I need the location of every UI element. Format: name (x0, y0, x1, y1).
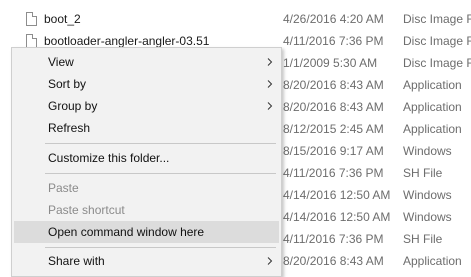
disc-image-file-icon (26, 12, 37, 26)
menu-item-group-by[interactable]: Group by (14, 95, 279, 117)
menu-item-paste[interactable]: Paste (14, 177, 279, 199)
file-date: 4/11/2016 7:36 PM (283, 34, 384, 48)
file-type: Application (403, 100, 462, 114)
menu-item-label: View (48, 55, 74, 69)
menu-item-label: Paste shortcut (48, 203, 125, 217)
menu-separator (45, 173, 276, 174)
file-date: 1/1/2009 5:30 AM (283, 56, 378, 70)
menu-item-label: Group by (48, 99, 98, 113)
file-date: 8/20/2016 8:43 AM (283, 254, 384, 268)
chevron-right-icon (267, 80, 273, 88)
file-type: Disc Image File (403, 12, 471, 26)
file-type: Windows (403, 210, 452, 224)
menu-item-customize-folder[interactable]: Customize this folder... (14, 147, 279, 169)
file-date: 8/20/2016 8:43 AM (283, 78, 384, 92)
menu-separator (45, 143, 276, 144)
file-date: 8/12/2015 2:45 AM (283, 122, 384, 136)
menu-item-view[interactable]: View (14, 51, 279, 73)
menu-item-label: Refresh (48, 121, 91, 135)
file-type: Windows (403, 188, 452, 202)
menu-item-open-command-window[interactable]: Open command window here (14, 221, 279, 243)
chevron-right-icon (267, 102, 273, 110)
file-date: 4/14/2016 12:50 AM (283, 188, 391, 202)
file-name: boot_2 (44, 12, 81, 26)
file-date: 4/11/2016 7:36 PM (283, 232, 384, 246)
file-type: SH File (403, 166, 443, 180)
menu-item-refresh[interactable]: Refresh (14, 117, 279, 139)
menu-item-label: Share with (48, 254, 105, 268)
menu-item-label: Paste (48, 181, 79, 195)
file-date: 4/26/2016 4:20 AM (283, 12, 384, 26)
menu-item-label: Open command window here (48, 225, 205, 239)
chevron-right-icon (267, 58, 273, 66)
file-date: 4/14/2016 12:50 AM (283, 210, 391, 224)
menu-separator (45, 247, 276, 248)
chevron-right-icon (267, 257, 273, 265)
file-date: 4/11/2016 7:36 PM (283, 166, 384, 180)
menu-item-label: Sort by (48, 77, 87, 91)
menu-item-paste-shortcut[interactable]: Paste shortcut (14, 199, 279, 221)
file-date: 8/20/2016 8:43 AM (283, 100, 384, 114)
menu-item-sort-by[interactable]: Sort by (14, 73, 279, 95)
menu-item-share-with[interactable]: Share with (14, 250, 279, 272)
context-menu: View Sort by Group by Refresh Customize … (11, 47, 282, 277)
file-type: Application (403, 122, 462, 136)
file-type: Application (403, 78, 462, 92)
file-date: 8/15/2016 9:17 AM (283, 144, 384, 158)
file-type: Disc Image File (403, 34, 471, 48)
disc-image-file-icon (26, 34, 37, 48)
file-type: Windows (403, 144, 452, 158)
file-type: Application (403, 254, 462, 268)
file-type: Disc Image File (403, 56, 471, 70)
menu-item-label: Customize this folder... (48, 151, 170, 165)
file-row-boot-2[interactable]: boot_2 4/26/2016 4:20 AM Disc Image File (0, 8, 471, 30)
file-type: SH File (403, 232, 443, 246)
